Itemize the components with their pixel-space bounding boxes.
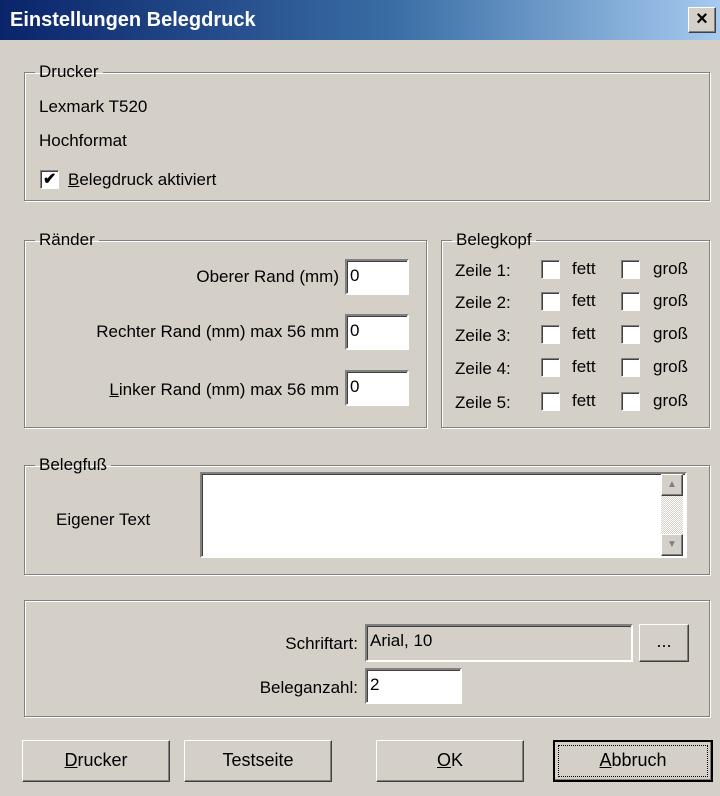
zeile-2-gross-checkbox[interactable] [621,292,640,311]
rechter-rand-label: Rechter Rand (mm) max 56 mm [96,322,339,341]
eigener-text-label: Eigener Text [56,510,151,529]
close-button[interactable]: × [688,7,716,33]
abbruch-button[interactable]: Abbruch [553,740,713,782]
zeile-4-fett-checkbox[interactable] [541,358,560,377]
zeile-2-fett-checkbox[interactable] [541,292,560,311]
zeile-4-gross-label: groß [653,357,688,376]
linker-rand-label: Linker Rand (mm) max 56 mm [109,380,339,399]
zeile-3-fett-label: fett [572,324,596,343]
zeile-5-label: Zeile 5: [455,393,511,412]
zeile-5-gross-label: groß [653,391,688,410]
belegfuss-legend: Belegfuß [39,455,108,474]
belegkopf-legend: Belegkopf [456,230,532,249]
belegdruck-checkbox[interactable] [40,169,59,189]
oberer-rand-input[interactable]: 0 [345,259,409,295]
schriftart-field: Arial, 10 [365,624,633,662]
window-title: Einstellungen Belegdruck [10,9,256,31]
drucker-button[interactable]: Drucker [22,740,170,782]
ok-button[interactable]: OK [376,740,524,782]
zeile-2-label: Zeile 2: [455,293,511,312]
beleganzahl-label: Beleganzahl: [259,678,358,697]
scroll-down-icon[interactable]: ▼ [661,534,683,556]
scroll-up-icon[interactable]: ▲ [661,474,683,496]
zeile-4-gross-checkbox[interactable] [621,358,640,377]
zeile-1-fett-label: fett [572,259,596,278]
schriftart-label: Schriftart: [285,634,358,653]
drucker-legend: Drucker [39,62,99,81]
zeile-1-gross-label: groß [653,259,688,278]
zeile-3-gross-label: groß [653,324,688,343]
zeile-1-fett-checkbox[interactable] [541,260,560,279]
zeile-3-gross-checkbox[interactable] [621,325,640,344]
zeile-4-label: Zeile 4: [455,359,511,378]
zeile-3-label: Zeile 3: [455,326,511,345]
zeile-2-fett-label: fett [572,291,596,310]
raender-legend: Ränder [39,230,95,249]
schriftart-browse-button[interactable]: ... [639,624,689,662]
rechter-rand-input[interactable]: 0 [345,314,409,350]
title-bar: Einstellungen Belegdruck × [0,0,720,40]
eigener-text-textarea[interactable] [200,472,687,558]
zeile-5-fett-checkbox[interactable] [541,392,560,411]
textarea-scrollbar[interactable]: ▲ ▼ [661,474,683,556]
oberer-rand-label: Oberer Rand (mm) [196,267,339,286]
printer-orientation: Hochformat [39,131,127,150]
zeile-5-gross-checkbox[interactable] [621,392,640,411]
linker-rand-input[interactable]: 0 [345,370,409,406]
belegdruck-label[interactable]: Belegdruck aktiviert [68,170,216,190]
testseite-button[interactable]: Testseite [184,740,332,782]
printer-name: Lexmark T520 [39,97,148,116]
zeile-4-fett-label: fett [572,357,596,376]
zeile-5-fett-label: fett [572,391,596,410]
zeile-3-fett-checkbox[interactable] [541,325,560,344]
zeile-1-label: Zeile 1: [455,261,511,280]
beleganzahl-input[interactable]: 2 [365,668,462,704]
zeile-2-gross-label: groß [653,291,688,310]
zeile-1-gross-checkbox[interactable] [621,260,640,279]
